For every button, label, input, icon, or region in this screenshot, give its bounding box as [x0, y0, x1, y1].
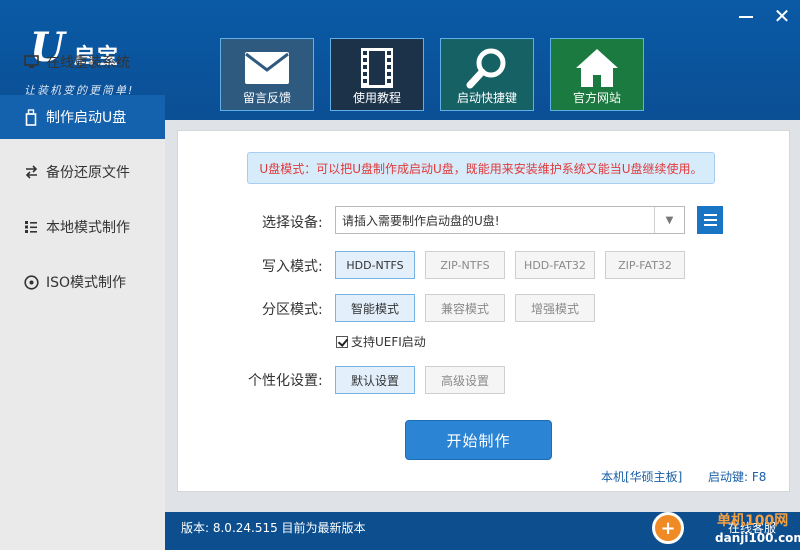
feedback-button[interactable]: 留言反馈 — [220, 38, 314, 111]
disc-icon — [22, 273, 40, 291]
film-icon — [331, 45, 423, 91]
search-icon — [441, 45, 533, 91]
device-select[interactable]: 请插入需要制作启动盘的U盘! ▼ — [335, 206, 685, 234]
write-mode-zip-fat32[interactable]: ZIP-FAT32 — [605, 251, 685, 279]
tutorial-button[interactable]: 使用教程 — [330, 38, 424, 111]
uefi-checkbox[interactable]: 支持UEFI启动 — [336, 333, 426, 350]
list-icon — [22, 218, 40, 236]
custom-settings-label: 个性化设置: — [248, 373, 323, 389]
monitor-icon — [22, 53, 40, 71]
version-text: 版本: 8.0.24.515 目前为最新版本 — [181, 521, 366, 535]
home-icon — [551, 45, 643, 91]
watermark-site: danji100.com — [715, 531, 800, 545]
sidebar-item-iso-mode[interactable]: ISO模式制作 — [0, 260, 165, 304]
sidebar-item-label: 在线重装系统 — [46, 55, 130, 71]
chevron-down-icon[interactable]: ▼ — [654, 207, 684, 233]
feedback-label: 留言反馈 — [242, 91, 291, 105]
tutorial-label: 使用教程 — [352, 91, 401, 105]
partition-mode-compatible[interactable]: 兼容模式 — [425, 294, 505, 322]
sidebar-item-local-mode[interactable]: 本地模式制作 — [0, 205, 165, 249]
default-settings-button[interactable]: 默认设置 — [335, 366, 415, 394]
usb-icon — [22, 108, 40, 126]
backup-icon — [22, 163, 40, 181]
checkbox-checked-icon — [336, 335, 348, 348]
sidebar-item-label: 制作启动U盘 — [46, 110, 127, 126]
sidebar-item-label: ISO模式制作 — [46, 275, 127, 291]
hamburger-icon — [703, 214, 717, 216]
write-mode-hdd-fat32[interactable]: HDD-FAT32 — [515, 251, 595, 279]
partition-mode-enhanced[interactable]: 增强模式 — [515, 294, 595, 322]
device-select-value: 请插入需要制作启动盘的U盘! — [342, 213, 500, 228]
device-label: 选择设备: — [262, 215, 323, 231]
sidebar-item-online-reinstall[interactable]: 在线重装系统 — [0, 40, 165, 84]
write-mode-zip-ntfs[interactable]: ZIP-NTFS — [425, 251, 505, 279]
advanced-settings-button[interactable]: 高级设置 — [425, 366, 505, 394]
sidebar-item-label: 本地模式制作 — [46, 220, 130, 236]
uefi-checkbox-label: 支持UEFI启动 — [351, 335, 426, 349]
boot-key-info: 启动键: F8 — [708, 470, 767, 484]
hotkey-label: 启动快捷键 — [456, 91, 517, 105]
close-button[interactable]: ✕ — [772, 6, 792, 26]
partition-mode-smart[interactable]: 智能模式 — [335, 294, 415, 322]
minimize-button[interactable] — [736, 6, 756, 26]
start-make-button[interactable]: 开始制作 — [405, 420, 552, 460]
website-button[interactable]: 官方网站 — [550, 38, 644, 111]
sidebar-item-backup-restore[interactable]: 备份还原文件 — [0, 150, 165, 194]
website-label: 官方网站 — [572, 91, 621, 105]
hotkey-button[interactable]: 启动快捷键 — [440, 38, 534, 111]
partition-mode-label: 分区模式: — [262, 302, 323, 318]
watermark-logo-icon: + — [652, 512, 684, 544]
device-menu-button[interactable] — [697, 206, 723, 234]
usb-mode-notice: U盘模式：可以把U盘制作成启动U盘，既能用来安装维护系统又能当U盘继续使用。 — [247, 152, 715, 184]
mail-icon — [221, 45, 313, 91]
sidebar-item-label: 备份还原文件 — [46, 165, 130, 181]
sidebar-item-make-usb[interactable]: 制作启动U盘 — [0, 95, 165, 139]
motherboard-info: 本机[华硕主板] — [601, 470, 683, 484]
watermark-title: 单机100网 — [717, 513, 789, 529]
write-mode-label: 写入模式: — [262, 259, 323, 275]
write-mode-hdd-ntfs[interactable]: HDD-NTFS — [335, 251, 415, 279]
